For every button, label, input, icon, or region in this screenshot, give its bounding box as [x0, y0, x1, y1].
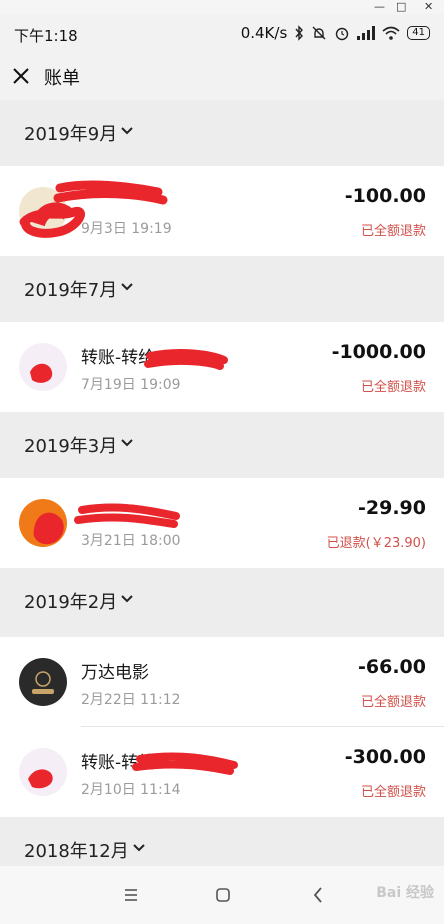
bluetooth-icon [295, 25, 304, 41]
refund-status: 已全额退款 [360, 380, 426, 395]
status-icons: 0.4K/s 41 [241, 24, 430, 42]
month-selector[interactable]: 2019年3月 [0, 412, 444, 478]
transaction-date: 9月3日 19:19 [81, 221, 172, 237]
month-label: 2019年9月 [24, 124, 118, 145]
close-window-icon[interactable]: ✕ [424, 0, 433, 14]
month-label: 2019年3月 [24, 436, 118, 457]
month-selector[interactable]: 2019年9月 [0, 100, 444, 166]
system-nav-bar: Bai 经验 [0, 866, 444, 924]
watermark: Bai 经验 [376, 885, 434, 901]
maximize-icon[interactable]: □ [396, 0, 406, 14]
transaction-date: 7月19日 19:09 [81, 377, 181, 393]
window-controls: — □ ✕ [0, 0, 444, 14]
month-label: 2019年2月 [24, 592, 118, 613]
battery-indicator: 41 [407, 26, 430, 40]
month-selector[interactable]: 2019年2月 [0, 568, 444, 634]
transaction-item[interactable]: 9月3日 19:19 -100.00 已全额退款 [0, 166, 444, 256]
transaction-date: 3月21日 18:00 [81, 533, 181, 549]
page-header: 账单 [0, 52, 444, 100]
status-bar: 下午1:18 0.4K/s 41 [0, 14, 444, 52]
transfer-avatar [19, 343, 67, 391]
transfer-avatar [19, 748, 67, 796]
chevron-down-icon [121, 439, 133, 447]
net-speed: 0.4K/s [240, 24, 288, 42]
chevron-down-icon [133, 844, 145, 852]
transaction-amount: -29.90 [358, 497, 426, 519]
transaction-item[interactable]: 转账-转给 7月19日 19:09 -1000.00 已全额退款 [0, 322, 444, 412]
transaction-name: 转账-转给 [81, 348, 156, 368]
month-label: 2018年12月 [24, 841, 129, 862]
mute-icon [312, 26, 326, 40]
transaction-amount: -1000.00 [331, 341, 426, 363]
chevron-down-icon [121, 283, 133, 291]
home-icon[interactable] [210, 882, 236, 908]
transaction-name: 转账-转给 [81, 753, 156, 773]
page-title: 账单 [44, 68, 80, 89]
transaction-date: 2月22日 11:12 [81, 692, 181, 708]
chevron-down-icon [121, 127, 133, 135]
month-selector[interactable]: 2019年7月 [0, 256, 444, 322]
signal-icon [357, 26, 376, 40]
refund-status: 已全额退款 [360, 695, 426, 710]
menu-icon[interactable] [118, 882, 144, 908]
transaction-amount: -300.00 [344, 746, 426, 768]
minimize-icon[interactable]: — [374, 0, 385, 14]
wanda-logo-icon [32, 671, 54, 694]
transaction-item[interactable]: 转账-转给 2月10日 11:14 -300.00 已全额退款 [0, 727, 444, 817]
chevron-down-icon [121, 595, 133, 603]
alarm-icon [336, 27, 349, 41]
refund-status: 已全额退款 [360, 785, 426, 800]
transaction-item[interactable]: 万达电影 2月22日 11:12 -66.00 已全额退款 [0, 637, 444, 727]
transaction-amount: -100.00 [344, 185, 426, 207]
refund-status: 已全额退款 [360, 224, 426, 239]
wifi-icon [382, 26, 400, 40]
close-icon[interactable] [8, 62, 36, 90]
transaction-name: 万达电影 [81, 663, 149, 683]
status-time: 下午1:18 [14, 27, 78, 45]
transaction-item[interactable]: 3月21日 18:00 -29.90 已退款(￥23.90) [0, 478, 444, 568]
wanda-logo-avatar [19, 658, 67, 706]
refund-status: 已退款(￥23.90) [326, 536, 426, 551]
merchant-avatar [19, 499, 67, 547]
back-icon[interactable] [306, 882, 332, 908]
month-label: 2019年7月 [24, 280, 118, 301]
transaction-amount: -66.00 [358, 656, 426, 678]
transaction-date: 2月10日 11:14 [81, 782, 181, 798]
merchant-avatar [19, 187, 67, 235]
